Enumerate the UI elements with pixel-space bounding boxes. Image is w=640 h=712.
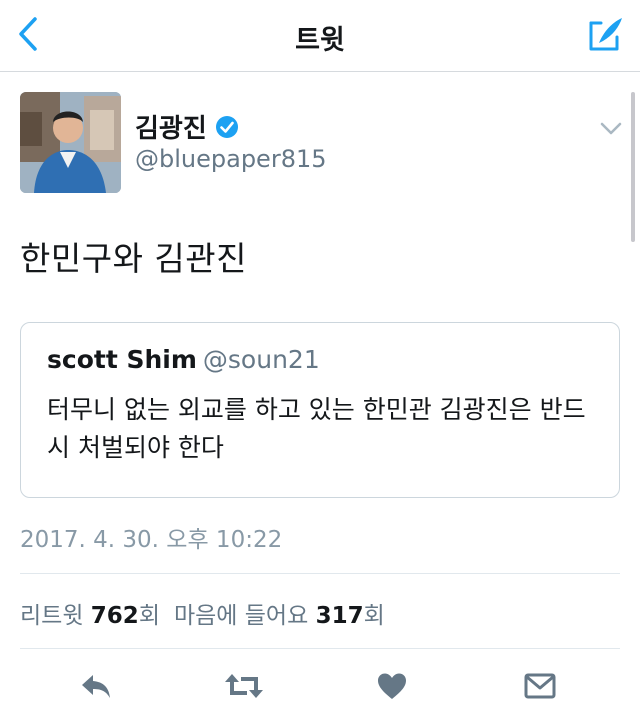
- author-name-row[interactable]: 김광진: [135, 108, 239, 145]
- reply-button[interactable]: [74, 664, 118, 708]
- avatar[interactable]: [20, 92, 121, 193]
- like-icon: [378, 673, 406, 699]
- retweets-unit: 회: [138, 603, 160, 629]
- like-button[interactable]: [370, 664, 414, 708]
- avatar-photo: [20, 92, 121, 193]
- divider: [20, 648, 620, 649]
- page-title: 트윗: [295, 25, 345, 56]
- author-handle[interactable]: @bluepaper815: [135, 145, 327, 173]
- retweets-label: 리트윗: [20, 603, 84, 629]
- quoted-tweet-card[interactable]: scott Shim @soun21 터무니 없는 외교를 하고 있는 한민관 김…: [20, 322, 620, 498]
- tweet-options-button[interactable]: [598, 116, 624, 142]
- retweet-stat[interactable]: 리트윗 762회: [20, 603, 160, 629]
- verified-badge-icon: [215, 115, 239, 139]
- compose-tweet-button[interactable]: [584, 12, 628, 56]
- tweet-stats: 리트윗 762회 마음에 들어요 317회: [20, 596, 385, 630]
- quoted-tweet-header: scott Shim @soun21: [47, 345, 320, 374]
- retweet-button[interactable]: [222, 664, 266, 708]
- quoted-author-name: scott Shim: [47, 345, 197, 374]
- quoted-tweet-text: 터무니 없는 외교를 하고 있는 한민관 김광진은 반드시 처벌되야 한다: [47, 395, 586, 462]
- compose-tweet-icon: [589, 18, 622, 51]
- direct-message-button[interactable]: [518, 664, 562, 708]
- chevron-down-icon: [600, 122, 622, 135]
- likes-unit: 회: [363, 603, 385, 629]
- likes-label: 마음에 들어요: [173, 603, 309, 629]
- direct-message-icon: [524, 673, 556, 699]
- likes-stat[interactable]: 마음에 들어요 317회: [174, 603, 385, 629]
- likes-count: 317: [315, 603, 364, 629]
- retweet-icon: [225, 674, 263, 698]
- reply-icon: [82, 675, 110, 698]
- tweet-text: 한민구와 김관진: [20, 239, 248, 278]
- quoted-author-handle: @soun21: [202, 345, 320, 374]
- tweet-action-bar: [0, 664, 640, 708]
- navigation-bar: 트윗: [0, 0, 640, 72]
- author-name[interactable]: 김광진: [135, 108, 207, 145]
- tweet-timestamp: 2017. 4. 30. 오후 10:22: [20, 527, 283, 553]
- scrollbar[interactable]: [631, 92, 635, 242]
- retweets-count: 762: [90, 603, 139, 629]
- divider: [20, 573, 620, 574]
